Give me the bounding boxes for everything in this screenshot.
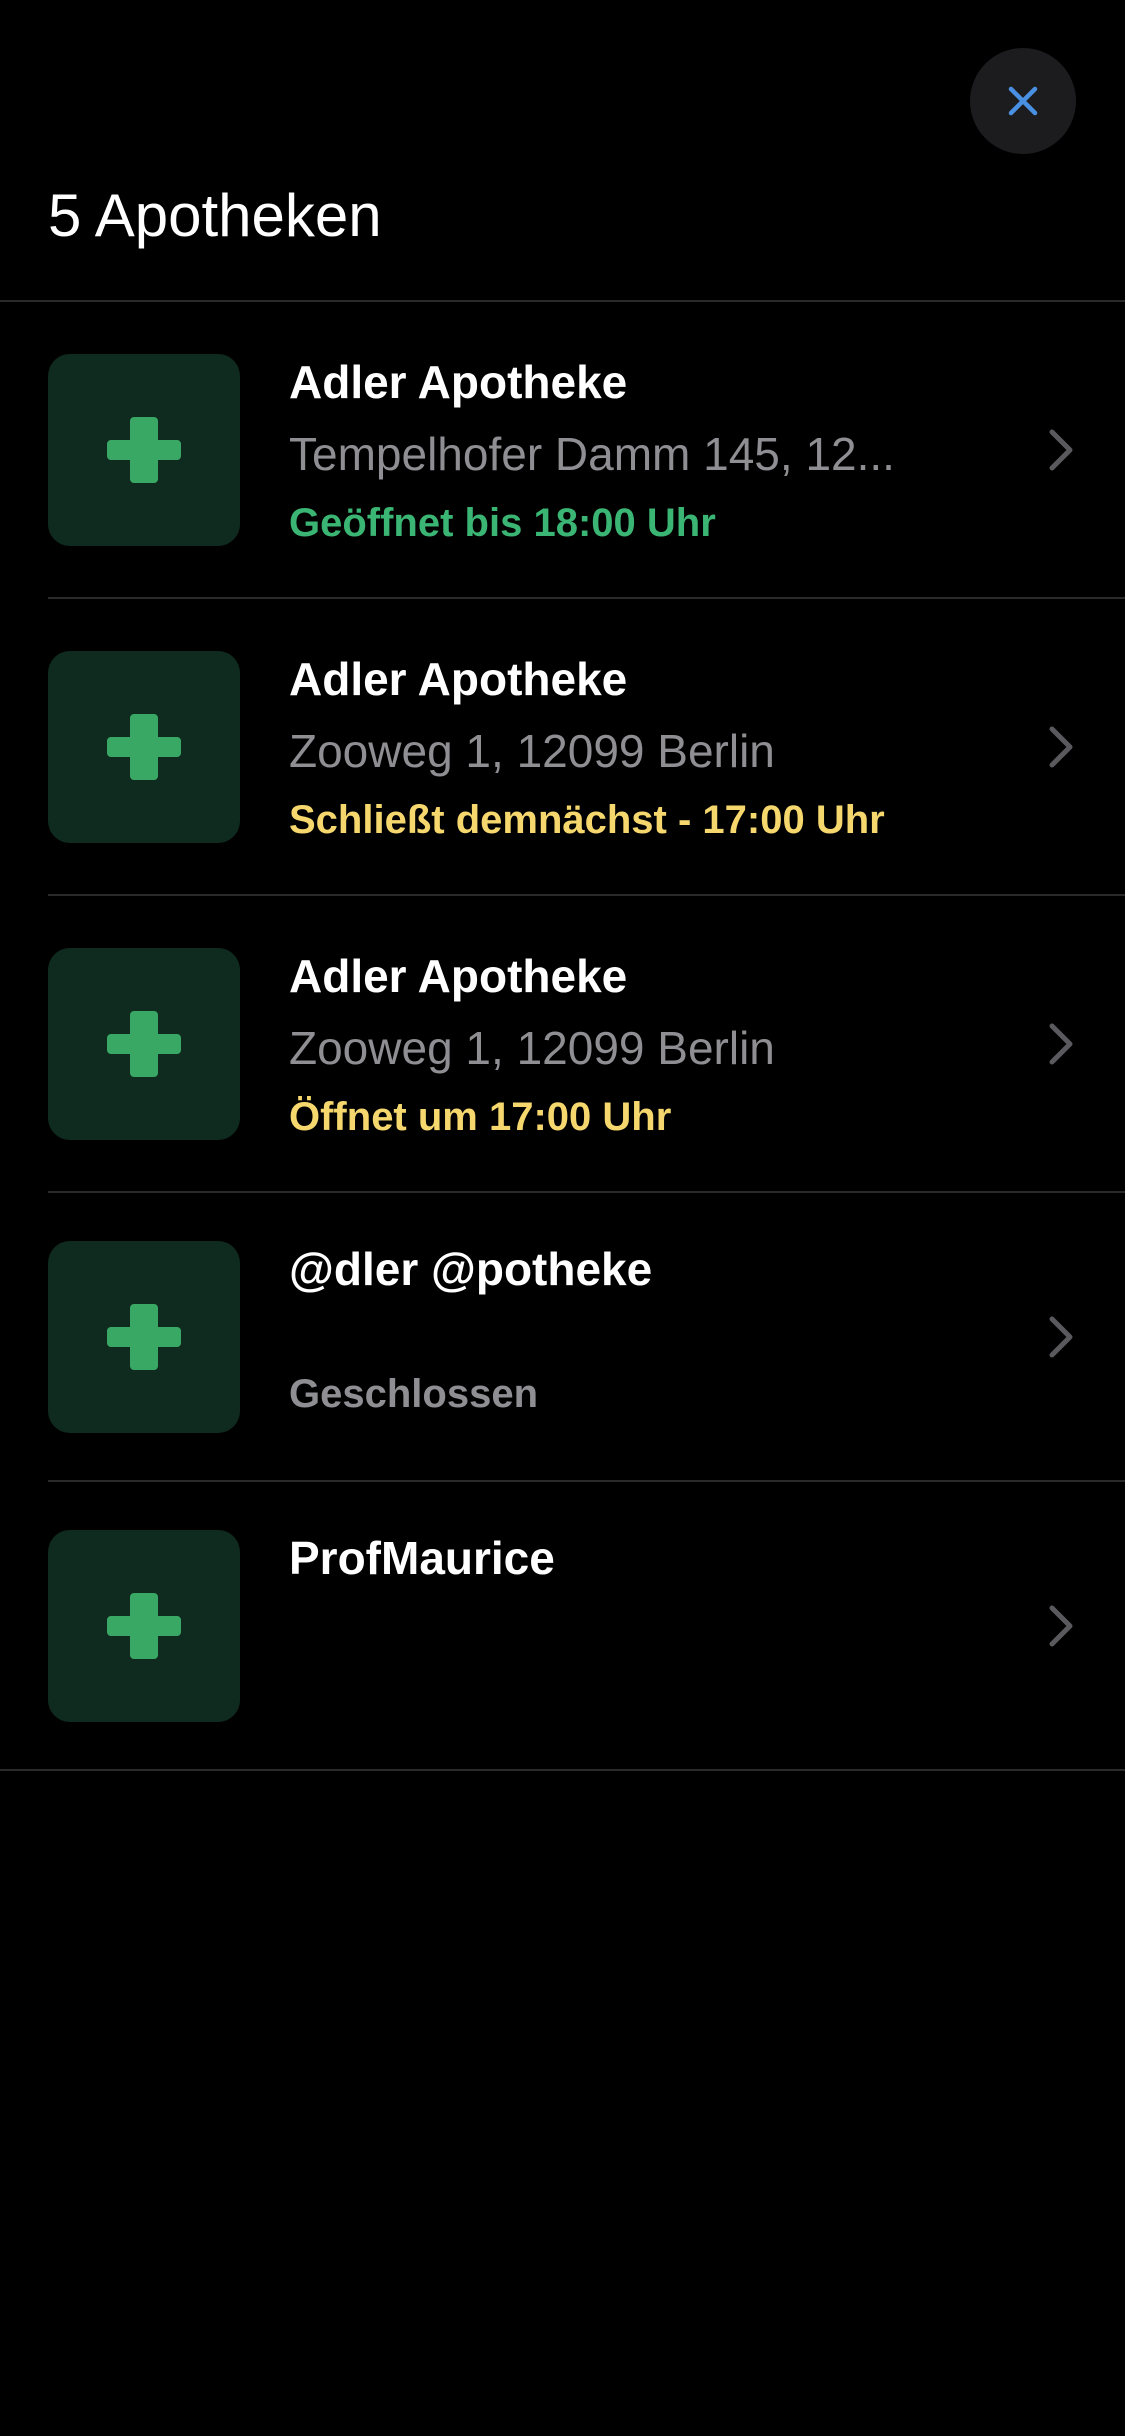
pharmacy-list-item[interactable]: Adler Apotheke Zooweg 1, 12099 Berlin Öf… <box>0 896 1125 1193</box>
opening-status: Geöffnet bis 18:00 Uhr <box>289 501 716 545</box>
chevron-right-icon <box>1046 1602 1076 1650</box>
pharmacy-address: Zooweg 1, 12099 Berlin <box>289 725 775 777</box>
pharmacy-thumbnail <box>48 1530 240 1722</box>
pharmacy-name: Adler Apotheke <box>289 950 628 1002</box>
pharmacy-name: Adler Apotheke <box>289 653 628 705</box>
pharmacy-address: Tempelhofer Damm 145, 12... <box>289 428 895 480</box>
pharmacy-thumbnail <box>48 948 240 1140</box>
pharmacy-list-item[interactable]: @dler @potheke Geschlossen <box>0 1193 1125 1482</box>
pharmacy-name: Adler Apotheke <box>289 356 628 408</box>
pharmacy-thumbnail <box>48 354 240 546</box>
pharmacy-list-item[interactable]: ProfMaurice <box>0 1482 1125 1771</box>
chevron-right-icon <box>1046 723 1076 771</box>
pharmacy-address: Zooweg 1, 12099 Berlin <box>289 1022 775 1074</box>
row-divider <box>0 1769 1125 1771</box>
close-icon <box>1005 83 1041 119</box>
close-button[interactable] <box>970 48 1076 154</box>
pharmacy-cross-icon <box>107 1304 181 1370</box>
opening-status: Schließt demnächst - 17:00 Uhr <box>289 798 885 842</box>
pharmacy-cross-icon <box>107 1593 181 1659</box>
opening-status: Öffnet um 17:00 Uhr <box>289 1095 672 1139</box>
pharmacy-cross-icon <box>107 1011 181 1077</box>
pharmacy-list-item[interactable]: Adler Apotheke Tempelhofer Damm 145, 12.… <box>0 302 1125 599</box>
pharmacy-list-item[interactable]: Adler Apotheke Zooweg 1, 12099 Berlin Sc… <box>0 599 1125 896</box>
chevron-right-icon <box>1046 426 1076 474</box>
pharmacy-cross-icon <box>107 714 181 780</box>
chevron-right-icon <box>1046 1313 1076 1361</box>
pharmacy-list: Adler Apotheke Tempelhofer Damm 145, 12.… <box>0 302 1125 1771</box>
pharmacy-name: @dler @potheke <box>289 1243 653 1295</box>
pharmacy-list-screen: 5 Apotheken Adler Apotheke Tempelhofer D… <box>0 0 1125 2436</box>
pharmacy-thumbnail <box>48 651 240 843</box>
chevron-right-icon <box>1046 1020 1076 1068</box>
pharmacy-thumbnail <box>48 1241 240 1433</box>
pharmacy-cross-icon <box>107 417 181 483</box>
pharmacy-name: ProfMaurice <box>289 1532 555 1584</box>
page-title: 5 Apotheken <box>48 182 382 249</box>
opening-status: Geschlossen <box>289 1372 539 1416</box>
